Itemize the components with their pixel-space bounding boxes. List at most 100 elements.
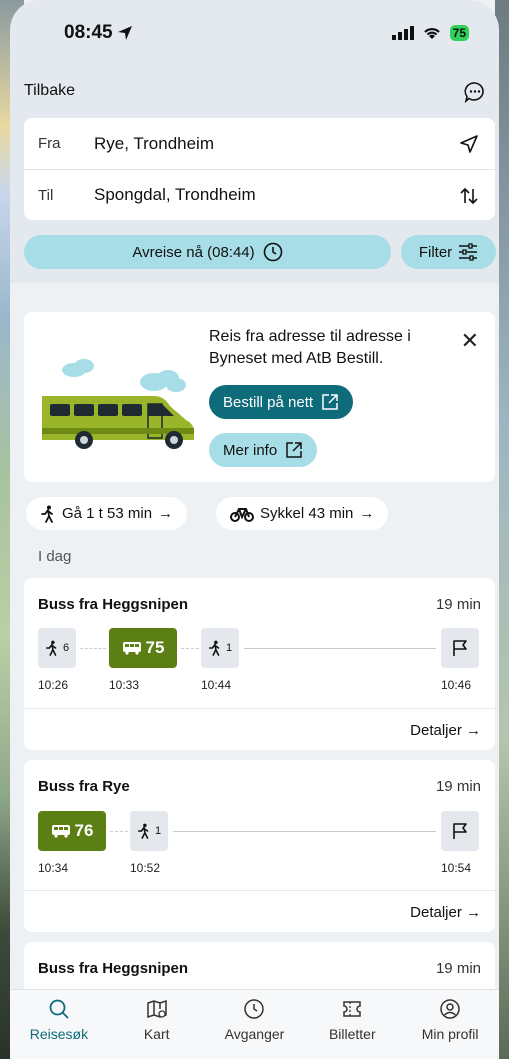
order-online-button[interactable]: Bestill på nett <box>209 385 354 419</box>
walk-alternative-label: Gå 1 t 53 min <box>62 505 153 522</box>
minibus-illustration <box>42 359 194 449</box>
walk-alternative-chip[interactable]: Gå 1 t 53 min → <box>26 497 188 530</box>
bus-icon <box>122 642 141 655</box>
bike-alternative-chip[interactable]: Sykkel 43 min → <box>216 497 389 530</box>
leg-time: 10:54 <box>441 861 472 875</box>
day-label: I dag <box>38 548 72 565</box>
order-online-label: Bestill på nett <box>223 393 314 411</box>
card-divider <box>24 708 495 709</box>
leg-connector <box>110 831 128 832</box>
trip-title: Buss fra Heggsnipen <box>38 596 189 613</box>
leg-time: 10:33 <box>109 678 140 692</box>
tab-reisesok[interactable]: Reisesøk <box>10 990 108 1059</box>
tab-label: Avganger <box>224 1026 285 1042</box>
status-bar: 08:45 75 <box>64 22 469 44</box>
walk-minutes: 6 <box>62 642 70 654</box>
leg-connector <box>244 648 436 649</box>
flag-icon <box>453 823 467 839</box>
promo-card: Reis fra adresse til adresse i Byneset m… <box>24 312 495 482</box>
walking-person-icon <box>45 640 57 656</box>
walking-person-icon <box>41 505 53 523</box>
leg-time: 10:46 <box>441 678 472 692</box>
tab-label: Min profil <box>421 1026 479 1042</box>
cellular-signal-icon <box>391 26 414 40</box>
departure-time-button[interactable]: Avreise nå (08:44) <box>24 235 391 269</box>
trip-card[interactable]: Buss fra Heggsnipen 19 min <box>24 942 495 989</box>
tab-avganger[interactable]: Avganger <box>206 990 304 1059</box>
close-icon[interactable]: ✕ <box>461 328 479 354</box>
trip-duration: 19 min <box>435 960 481 977</box>
walk-leg: 1 <box>130 811 168 851</box>
tab-label: Reisesøk <box>29 1026 89 1042</box>
promo-text: Reis fra adresse til adresse i Byneset m… <box>209 328 411 367</box>
walking-person-icon <box>137 823 149 839</box>
back-button[interactable]: Tilbake <box>24 82 75 100</box>
trip-duration: 19 min <box>435 596 481 613</box>
bus-icon <box>51 825 70 838</box>
filter-button[interactable]: Filter <box>401 235 496 269</box>
more-info-button[interactable]: Mer info <box>209 433 318 467</box>
route-fields: Fra Rye, Trondheim Til Spongdal, Trondhe… <box>24 118 495 220</box>
details-link[interactable]: Detaljer → <box>410 904 481 921</box>
bus-line-number: 75 <box>145 638 165 657</box>
tab-label: Kart <box>143 1026 170 1042</box>
to-label: Til <box>38 186 54 204</box>
leg-time: 10:34 <box>38 861 69 875</box>
external-link-icon <box>322 394 338 410</box>
trip-card[interactable]: Buss fra Rye 19 min 76 1 10:34 10:52 10:… <box>24 760 495 932</box>
walk-leg: 6 <box>38 628 76 668</box>
clock-icon <box>244 999 265 1019</box>
leg-time: 10:44 <box>201 678 232 692</box>
status-time: 08:45 <box>64 22 113 43</box>
ticket-icon <box>343 1001 362 1017</box>
trip-title: Buss fra Heggsnipen <box>38 960 189 977</box>
chat-icon[interactable] <box>463 80 487 104</box>
bus-leg: 75 <box>109 628 177 668</box>
wifi-icon <box>423 28 440 39</box>
arrow-right-icon: → <box>466 904 481 921</box>
bicycle-icon <box>230 507 254 522</box>
more-info-label: Mer info <box>223 441 278 459</box>
leg-time: 10:52 <box>130 861 161 875</box>
filter-label: Filter <box>418 243 453 261</box>
current-location-icon[interactable] <box>459 134 479 154</box>
leg-time: 10:26 <box>38 678 69 692</box>
bus-line-number: 76 <box>74 821 94 840</box>
leg-connector <box>80 648 106 649</box>
tab-min-profil[interactable]: Min profil <box>401 990 499 1059</box>
from-label: Fra <box>38 135 61 152</box>
filter-sliders-icon <box>459 243 478 261</box>
map-icon <box>146 999 167 1019</box>
flag-icon <box>453 640 467 656</box>
swap-icon[interactable] <box>459 186 479 206</box>
details-label: Detaljer <box>410 722 462 739</box>
tab-kart[interactable]: Kart <box>108 990 206 1059</box>
tab-billetter[interactable]: Billetter <box>303 990 401 1059</box>
details-label: Detaljer <box>410 904 462 921</box>
departure-time-label: Avreise nå (08:44) <box>132 243 255 261</box>
walk-leg: 1 <box>201 628 239 668</box>
leg-connector <box>181 648 199 649</box>
search-icon <box>49 999 69 1019</box>
trip-card[interactable]: Buss fra Heggsnipen 19 min 6 75 1 10:26 … <box>24 578 495 750</box>
to-field[interactable]: Til Spongdal, Trondheim <box>24 169 495 220</box>
location-arrow-icon <box>117 26 132 40</box>
from-field[interactable]: Fra Rye, Trondheim <box>24 118 495 169</box>
profile-icon <box>440 999 460 1019</box>
leg-connector <box>173 831 436 832</box>
bus-leg: 76 <box>38 811 106 851</box>
to-value[interactable]: Spongdal, Trondheim <box>94 185 256 205</box>
from-value[interactable]: Rye, Trondheim <box>94 134 214 154</box>
details-link[interactable]: Detaljer → <box>410 722 481 739</box>
tab-label: Billetter <box>328 1026 376 1042</box>
tab-bar: Reisesøk Kart Avganger Billetter Min pro… <box>10 989 499 1059</box>
trip-title: Buss fra Rye <box>38 778 130 795</box>
destination-leg <box>441 628 479 668</box>
arrow-right-icon: → <box>158 505 174 522</box>
card-divider <box>24 890 495 891</box>
walk-minutes: 1 <box>225 642 233 654</box>
trip-duration: 19 min <box>435 778 481 795</box>
walking-person-icon <box>208 640 220 656</box>
battery-indicator: 75 <box>449 25 469 41</box>
arrow-right-icon: → <box>359 505 375 522</box>
